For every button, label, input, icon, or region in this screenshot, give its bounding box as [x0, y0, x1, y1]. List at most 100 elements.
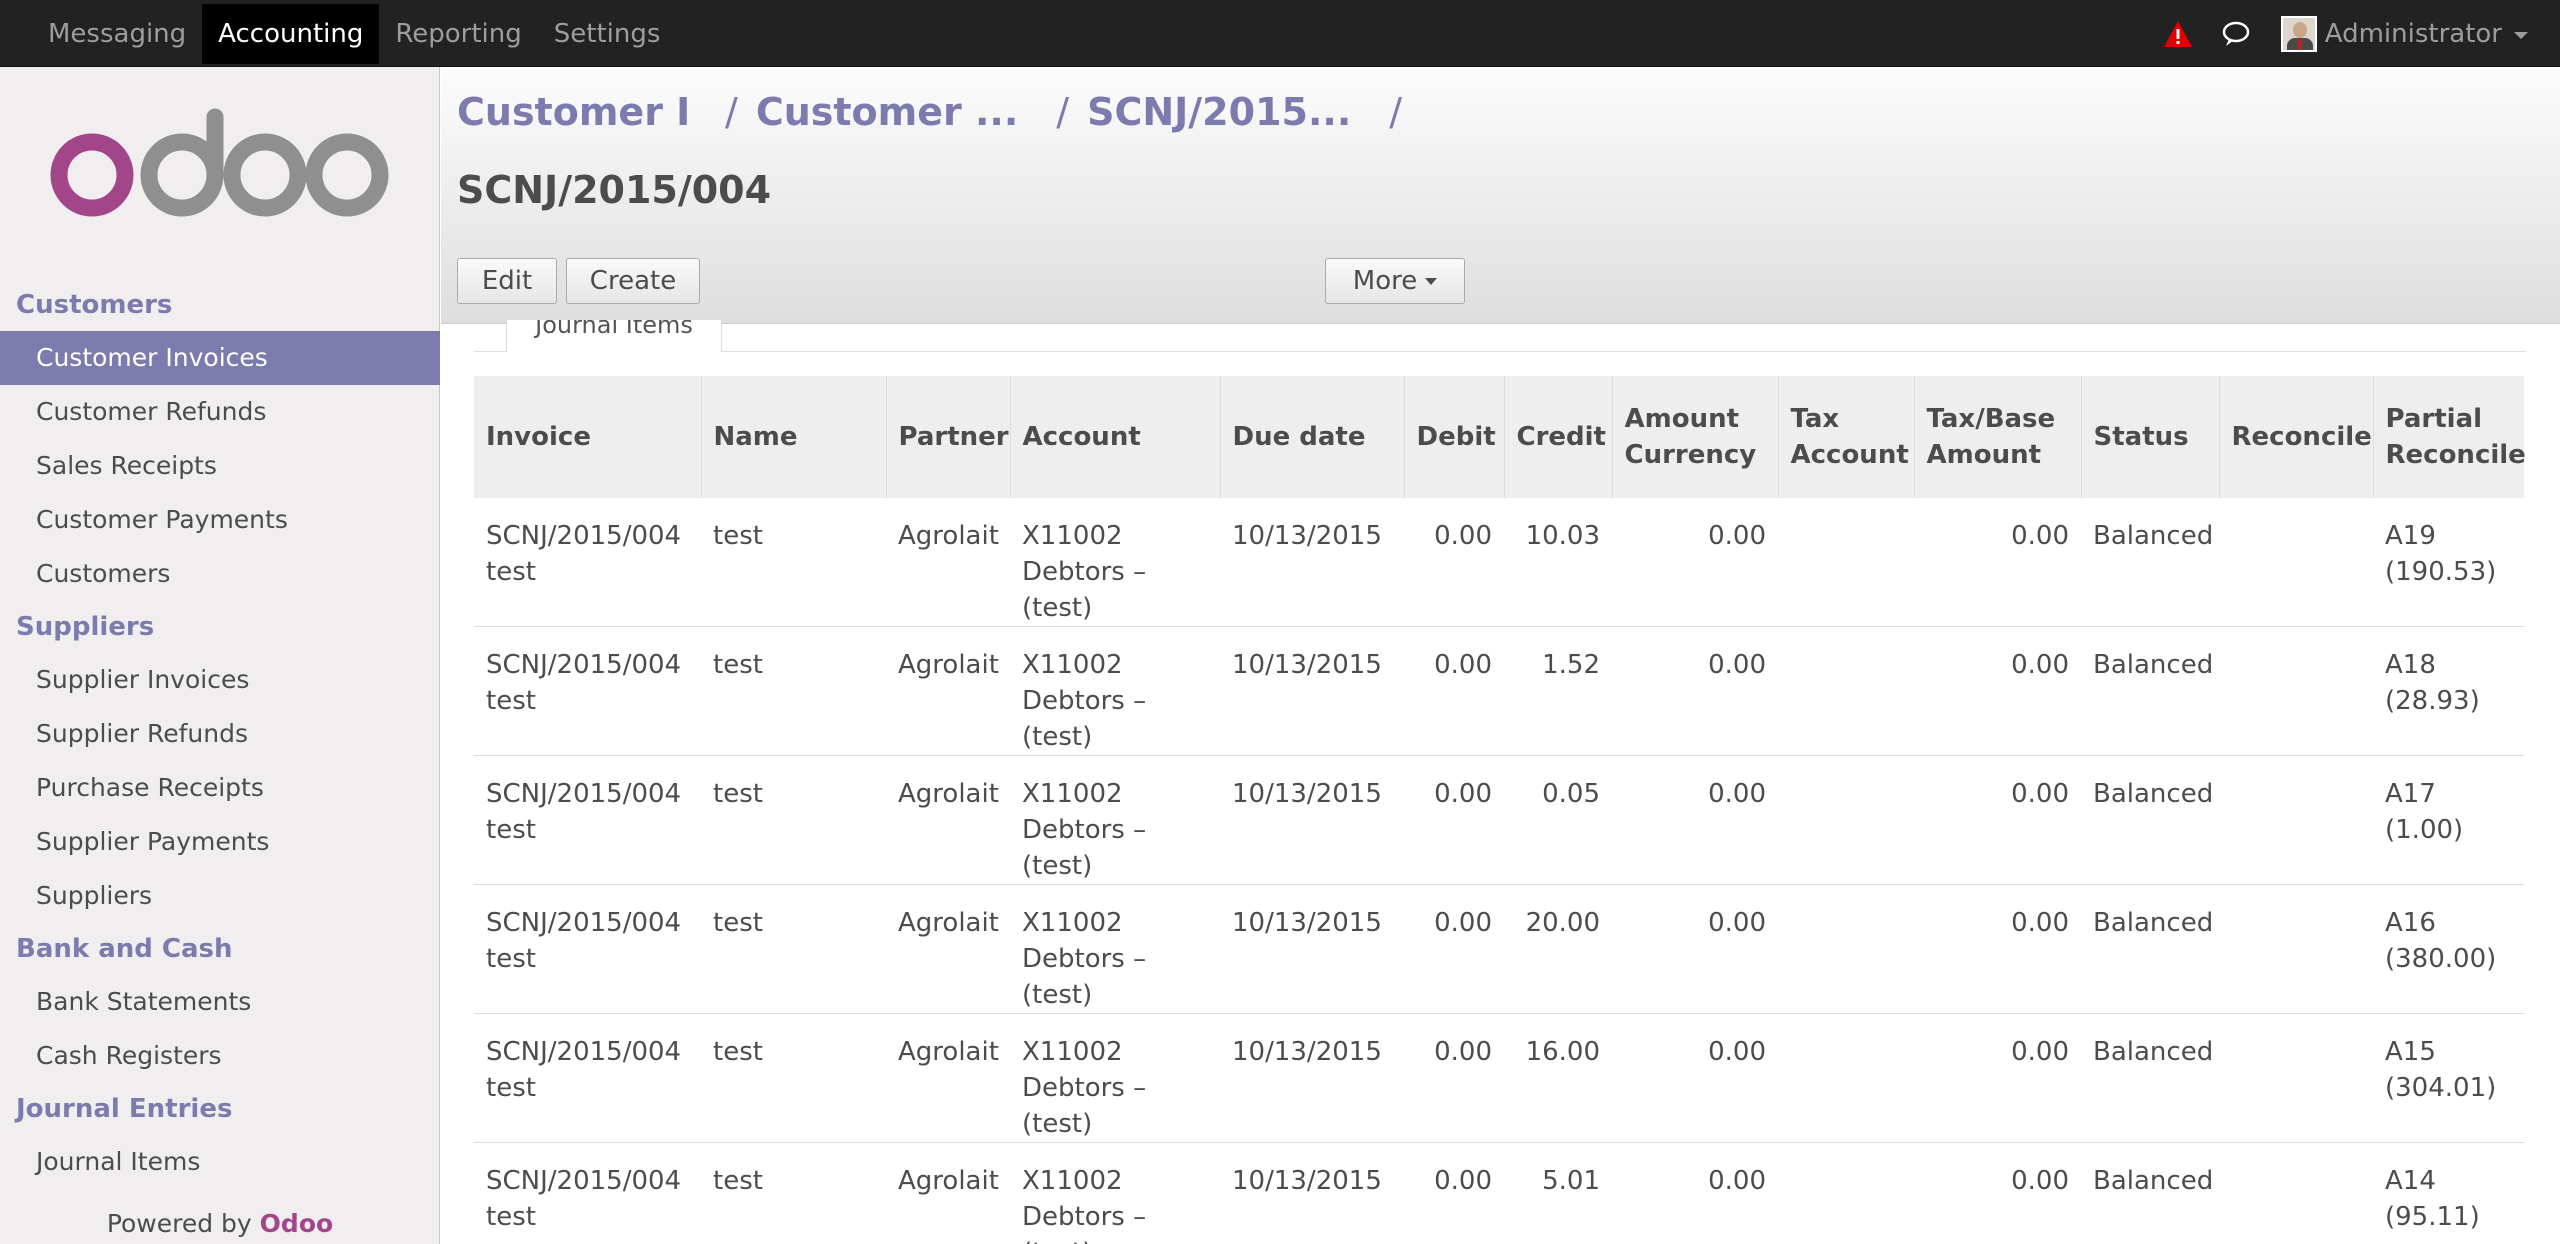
- sidebar-item-suppliers[interactable]: Suppliers: [0, 869, 440, 923]
- control-panel: Customer I... / Customer ... / SCNJ/2015…: [441, 68, 2560, 324]
- column-header-account[interactable]: Account: [1010, 376, 1221, 498]
- cell-partial-reconcile: A18 (28.93): [2373, 626, 2524, 756]
- cell-credit: 10.03: [1504, 498, 1612, 627]
- cell-due-date: 10/13/2015: [1220, 755, 1404, 885]
- cell-reconcile: [2219, 626, 2373, 756]
- cell-partner: Agrolait: [886, 755, 1010, 885]
- tab-journal-items[interactable]: Journal Items: [506, 320, 722, 352]
- column-header-due-date[interactable]: Due date: [1220, 376, 1405, 498]
- cell-tax-base-amount: 0.00: [1914, 626, 2081, 756]
- sidebar-item-customer-refunds[interactable]: Customer Refunds: [0, 385, 440, 439]
- sidebar-item-purchase-receipts[interactable]: Purchase Receipts: [0, 761, 440, 815]
- cell-reconcile: [2219, 1013, 2373, 1143]
- sidebar-item-bank-statements[interactable]: Bank Statements: [0, 975, 440, 1029]
- table-row[interactable]: SCNJ/2015/004 test test Agrolait X11002 …: [474, 1142, 2524, 1244]
- column-header-debit[interactable]: Debit: [1404, 376, 1505, 498]
- column-header-invoice[interactable]: Invoice: [474, 376, 702, 498]
- cell-credit: 0.05: [1504, 755, 1612, 885]
- sidebar-item-sales-receipts[interactable]: Sales Receipts: [0, 439, 440, 493]
- cell-amount-currency: 0.00: [1612, 498, 1778, 627]
- column-header-name[interactable]: Name: [701, 376, 887, 498]
- column-header-tax-account[interactable]: Tax Account: [1778, 376, 1915, 498]
- table-row[interactable]: SCNJ/2015/004 test test Agrolait X11002 …: [474, 1013, 2524, 1143]
- cell-due-date: 10/13/2015: [1220, 626, 1404, 756]
- cell-debit: 0.00: [1404, 884, 1504, 1014]
- chevron-down-icon[interactable]: [2514, 32, 2528, 39]
- cell-partner: Agrolait: [886, 498, 1010, 627]
- cell-status: Balanced: [2081, 626, 2219, 756]
- cell-debit: 0.00: [1404, 1013, 1504, 1143]
- sidebar-item-journal-items[interactable]: Journal Items: [0, 1135, 440, 1189]
- column-header-status[interactable]: Status: [2081, 376, 2220, 498]
- more-button[interactable]: More: [1325, 258, 1465, 304]
- powered-by-link[interactable]: Odoo: [260, 1209, 334, 1238]
- odoo-logo[interactable]: [50, 107, 390, 227]
- cell-tax-account: [1778, 755, 1914, 885]
- sidebar-section-customers: Customers: [16, 290, 173, 320]
- cell-status: Balanced: [2081, 884, 2219, 1014]
- cell-partial-reconcile: A14 (95.11): [2373, 1142, 2524, 1244]
- table-row[interactable]: SCNJ/2015/004 test test Agrolait X11002 …: [474, 498, 2524, 627]
- column-header-reconcile[interactable]: Reconcile: [2219, 376, 2374, 498]
- cell-account: X11002 Debtors – (test): [1010, 626, 1220, 756]
- cell-credit: 16.00: [1504, 1013, 1612, 1143]
- cell-name: test: [701, 498, 886, 627]
- cell-tax-account: [1778, 498, 1914, 627]
- table-row[interactable]: SCNJ/2015/004 test test Agrolait X11002 …: [474, 884, 2524, 1014]
- cell-tax-account: [1778, 884, 1914, 1014]
- sidebar-section-journal-entries: Journal Entries: [16, 1094, 233, 1124]
- cell-debit: 0.00: [1404, 498, 1504, 627]
- sidebar-item-supplier-refunds[interactable]: Supplier Refunds: [0, 707, 440, 761]
- cell-credit: 20.00: [1504, 884, 1612, 1014]
- avatar[interactable]: [2280, 15, 2317, 52]
- cell-name: test: [701, 626, 886, 756]
- sidebar-item-supplier-invoices[interactable]: Supplier Invoices: [0, 653, 440, 707]
- breadcrumb-invoice[interactable]: SCNJ/2015...: [1087, 90, 1351, 134]
- user-area: Administrator: [2163, 0, 2528, 67]
- breadcrumb-customer-invoices[interactable]: Customer I...: [457, 90, 687, 134]
- cell-due-date: 10/13/2015: [1220, 884, 1404, 1014]
- cell-partner: Agrolait: [886, 626, 1010, 756]
- table-row[interactable]: SCNJ/2015/004 test test Agrolait X11002 …: [474, 626, 2524, 756]
- column-header-partner[interactable]: Partner: [886, 376, 1011, 498]
- menu-reporting[interactable]: Reporting: [379, 4, 537, 64]
- table-row[interactable]: SCNJ/2015/004 test test Agrolait X11002 …: [474, 755, 2524, 885]
- cell-status: Balanced: [2081, 1013, 2219, 1143]
- cell-partner: Agrolait: [886, 884, 1010, 1014]
- column-header-partial-reconcile[interactable]: Partial Reconcile: [2373, 376, 2526, 498]
- sidebar-item-supplier-payments[interactable]: Supplier Payments: [0, 815, 440, 869]
- cell-partner: Agrolait: [886, 1013, 1010, 1143]
- cell-partial-reconcile: A17 (1.00): [2373, 755, 2524, 885]
- menu-settings[interactable]: Settings: [538, 4, 677, 64]
- cell-tax-base-amount: 0.00: [1914, 884, 2081, 1014]
- column-header-credit[interactable]: Credit: [1504, 376, 1613, 498]
- cell-due-date: 10/13/2015: [1220, 1013, 1404, 1143]
- notebook-tabs: Journal Items: [474, 320, 2526, 352]
- create-button[interactable]: Create: [566, 258, 700, 304]
- cell-tax-base-amount: 0.00: [1914, 1142, 2081, 1244]
- cell-invoice: SCNJ/2015/004 test: [474, 1142, 701, 1244]
- sidebar-item-customers[interactable]: Customers: [0, 547, 440, 601]
- cell-status: Balanced: [2081, 1142, 2219, 1244]
- sidebar-item-cash-registers[interactable]: Cash Registers: [0, 1029, 440, 1083]
- menu-accounting[interactable]: Accounting: [202, 3, 380, 64]
- app-menu: Messaging Accounting Reporting Settings: [32, 0, 676, 67]
- user-name[interactable]: Administrator: [2325, 19, 2502, 49]
- cell-reconcile: [2219, 884, 2373, 1014]
- warning-icon[interactable]: [2163, 20, 2193, 48]
- cell-partial-reconcile: A16 (380.00): [2373, 884, 2524, 1014]
- cell-due-date: 10/13/2015: [1220, 498, 1404, 627]
- sidebar-item-customer-payments[interactable]: Customer Payments: [0, 493, 440, 547]
- sidebar-item-customer-invoices[interactable]: Customer Invoices: [0, 331, 440, 385]
- cell-partial-reconcile: A19 (190.53): [2373, 498, 2524, 627]
- cell-tax-base-amount: 0.00: [1914, 498, 2081, 627]
- cell-name: test: [701, 1142, 886, 1244]
- column-header-tax-base-amount[interactable]: Tax/Base Amount: [1914, 376, 2082, 498]
- edit-button[interactable]: Edit: [457, 258, 557, 304]
- cell-account: X11002 Debtors – (test): [1010, 884, 1220, 1014]
- column-header-amount-currency[interactable]: Amount Currency: [1612, 376, 1779, 498]
- menu-messaging[interactable]: Messaging: [32, 4, 202, 64]
- chat-icon[interactable]: [2221, 20, 2251, 48]
- breadcrumb-customer[interactable]: Customer ...: [756, 90, 1018, 134]
- caret-down-icon: [1425, 277, 1438, 285]
